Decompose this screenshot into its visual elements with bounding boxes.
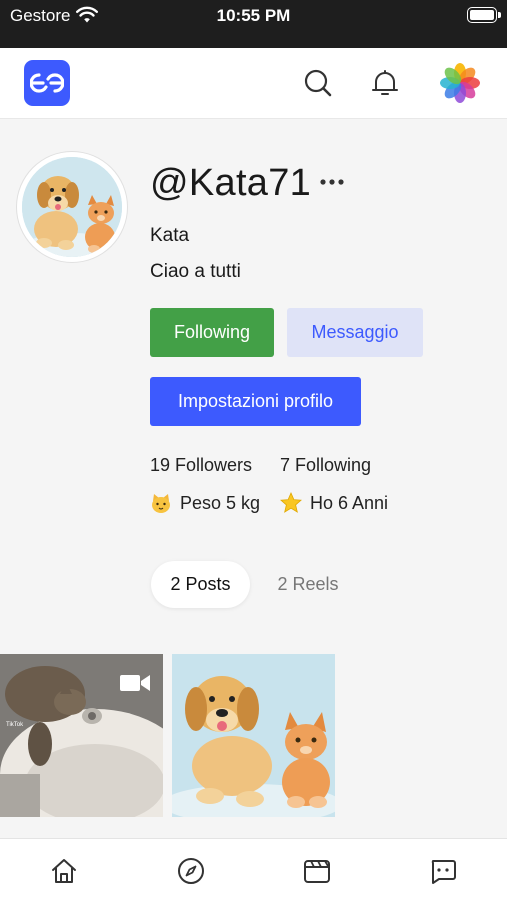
pet-weight-label: Peso 5 kg [180,492,261,513]
status-time: 10:55 PM [216,6,291,25]
battery-icon [467,7,501,23]
star-icon [280,492,302,513]
pet-age: Ho 6 Anni [280,492,388,514]
photos-icon[interactable] [440,63,480,103]
chat-icon[interactable] [428,856,458,886]
following-button[interactable]: Following [150,308,274,357]
search-icon[interactable] [303,68,333,98]
app-header [0,48,507,119]
post-thumbnail-image[interactable] [172,654,335,817]
profile-avatar[interactable] [17,152,127,262]
profile-display-name: Kata [150,225,190,246]
more-options-icon[interactable] [318,170,346,194]
home-icon[interactable] [49,856,79,886]
pet-weight: Peso 5 kg [150,492,260,514]
status-bar: Gestore 10:55 PM [0,0,507,48]
profile-bio: Ciao a tutti [150,261,241,282]
following-count[interactable]: 7 Following [280,455,371,476]
bottom-navigation [0,838,507,900]
message-button[interactable]: Messaggio [287,308,423,357]
app-logo-icon[interactable] [24,60,70,106]
profile-settings-button[interactable]: Impostazioni profilo [150,377,361,426]
tab-reels[interactable]: 2 Reels [262,561,354,608]
post-thumbnail-video[interactable]: TikTok [0,654,163,817]
tiktok-watermark: TikTok [6,722,24,728]
tab-posts[interactable]: 2 Posts [151,561,250,608]
video-camera-icon [120,675,150,691]
explore-icon[interactable] [176,856,206,886]
avatar-image [22,157,122,257]
followers-count[interactable]: 19 Followers [150,455,252,476]
profile-username: @Kata71 [150,162,312,204]
bell-icon[interactable] [370,68,400,98]
pet-age-label: Ho 6 Anni [310,492,389,513]
reels-icon[interactable] [302,856,332,886]
cat-face-icon [152,494,170,513]
post-image-dog-cat [172,654,335,817]
